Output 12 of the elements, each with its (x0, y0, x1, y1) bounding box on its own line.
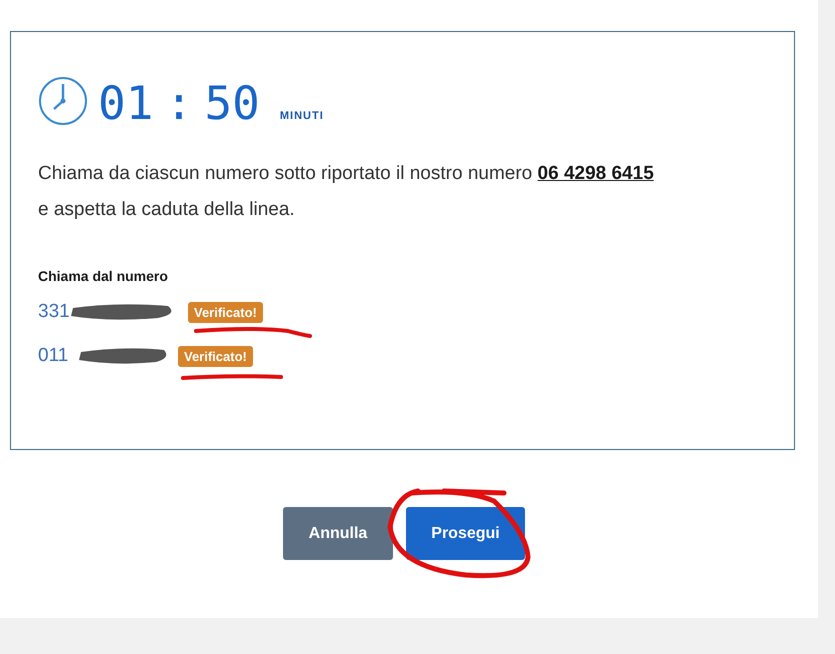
cancel-button[interactable]: Annulla (283, 507, 393, 560)
continue-button[interactable]: Prosegui (406, 507, 525, 560)
countdown-timer: 01 : 50 (98, 80, 260, 126)
numbers-heading: Chiama dal numero (38, 268, 169, 284)
instruction-text: Chiama da ciascun numero sotto riportato il nostro numero 06 4298 6415 e aspetta la caduta della linea. (38, 162, 655, 222)
phone-number[interactable]: 331 (38, 301, 188, 323)
timer-unit: MINUTI (280, 110, 324, 122)
verified-badge: Verificato! (178, 346, 253, 366)
phone-number[interactable]: 011 (38, 345, 178, 367)
phone-link[interactable]: 06 4298 6415 (538, 163, 654, 184)
verified-badge: Verificato! (188, 302, 263, 322)
clock-icon (38, 76, 88, 126)
